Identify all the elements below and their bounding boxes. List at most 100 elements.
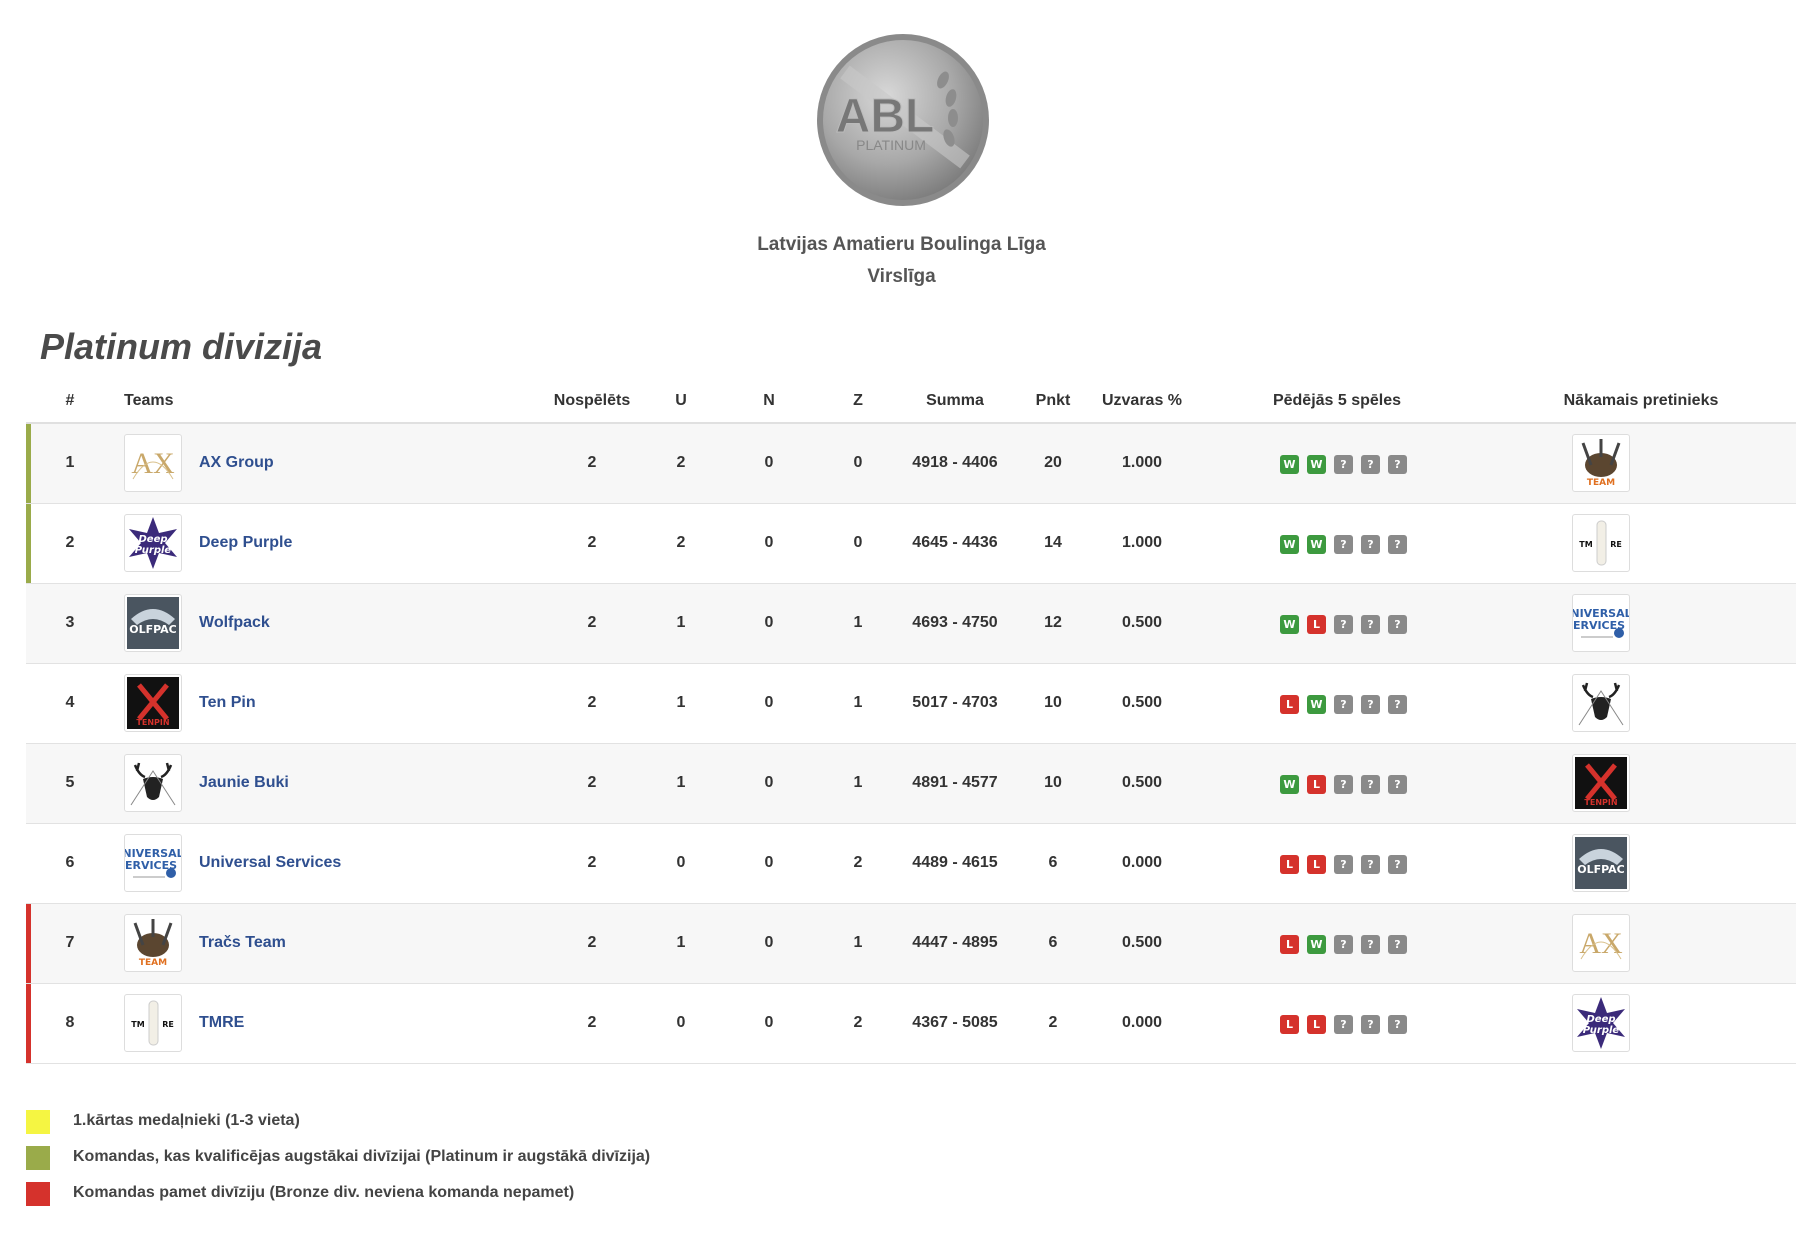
col-wins[interactable]: U [675, 392, 687, 410]
result-unknown-badge: ? [1361, 775, 1380, 794]
svg-text:AX: AX [1579, 927, 1623, 960]
status-marker [26, 984, 31, 1063]
win-pct-cell: 0.000 [1121, 854, 1163, 871]
rank-cell: 8 [65, 1014, 75, 1031]
points-cell: 2 [1048, 1014, 1058, 1031]
buki-logo[interactable] [124, 754, 182, 812]
team-name-link[interactable]: Ten Pin [199, 694, 256, 712]
svg-text:Deep: Deep [1586, 1014, 1615, 1025]
played-cell: 2 [587, 1014, 597, 1031]
col-teams[interactable]: Teams [124, 392, 174, 410]
last5-results: W L??? [1280, 615, 1407, 634]
losses-cell: 1 [853, 774, 863, 791]
team-name-link[interactable]: Deep Purple [199, 534, 292, 552]
table-row: 7 TEAM Tračs Team 2 1 0 1 4447 - 4895 6 0.500 L W??… [26, 904, 1796, 984]
losses-cell: 1 [853, 614, 863, 631]
losses-cell: 1 [853, 934, 863, 951]
win-pct-cell: 0.500 [1121, 934, 1163, 951]
result-loss-badge: L [1280, 935, 1299, 954]
result-loss-badge: L [1280, 855, 1299, 874]
league-name: Latvijas Amatieru Boulinga Līga [757, 234, 1046, 255]
draws-cell: 0 [764, 694, 774, 711]
result-unknown-badge: ? [1361, 935, 1380, 954]
wolfpack-logo[interactable]: OLFPAC [124, 594, 182, 652]
result-unknown-badge: ? [1334, 1015, 1353, 1034]
result-loss-badge: L [1280, 1015, 1299, 1034]
team-name-link[interactable]: Universal Services [199, 854, 341, 872]
result-loss-badge: L [1280, 695, 1299, 714]
wins-cell: 1 [676, 614, 686, 631]
svg-text:TENPIN: TENPIN [1584, 798, 1617, 807]
losses-cell: 2 [853, 854, 863, 871]
next-opponent-deep-purple-logo[interactable]: Deep Purple [1572, 994, 1630, 1052]
rank-cell: 3 [65, 614, 75, 631]
total-cell: 4447 - 4895 [912, 934, 998, 951]
rank-cell: 5 [65, 774, 75, 791]
result-unknown-badge: ? [1388, 1015, 1407, 1034]
total-cell: 4645 - 4436 [912, 534, 998, 551]
col-points[interactable]: Pnkt [1036, 392, 1071, 410]
tmre-logo[interactable]: TM RE [124, 994, 182, 1052]
team-name-link[interactable]: Wolfpack [199, 614, 270, 632]
col-total[interactable]: Summa [926, 392, 984, 410]
next-opponent-wolfpack-logo[interactable]: OLFPAC [1572, 834, 1630, 892]
team-name-link[interactable]: Jaunie Buki [199, 774, 289, 792]
deep-purple-logo[interactable]: Deep Purple [124, 514, 182, 572]
team-name-link[interactable]: Tračs Team [199, 934, 286, 952]
team-name-link[interactable]: AX Group [199, 454, 274, 472]
wins-cell: 0 [676, 854, 686, 871]
next-opponent-tmre-logo[interactable]: TM RE [1572, 514, 1630, 572]
svg-text:ABL: ABL [836, 90, 935, 143]
universal-logo[interactable]: NIVERSAL ERVICES [122, 834, 184, 892]
next-opponent-tenpin-logo[interactable]: TENPIN [1572, 754, 1630, 812]
svg-text:OLFPAC: OLFPAC [1577, 863, 1625, 876]
svg-text:TENPIN: TENPIN [136, 718, 169, 727]
played-cell: 2 [587, 614, 597, 631]
wins-cell: 0 [676, 1014, 686, 1031]
losses-cell: 2 [853, 1014, 863, 1031]
table-body: 1 AX AX Group 2 2 0 0 4918 - 4406 20 1.000 W W??? TE… [26, 424, 1796, 1064]
col-win-pct[interactable]: Uzvaras % [1102, 392, 1182, 410]
result-unknown-badge: ? [1334, 695, 1353, 714]
total-cell: 4367 - 5085 [912, 1014, 998, 1031]
tenpin-logo[interactable]: TENPIN [124, 674, 182, 732]
result-loss-badge: L [1307, 855, 1326, 874]
col-rank[interactable]: # [66, 392, 75, 410]
legend-swatch [26, 1110, 50, 1134]
team-name-link[interactable]: TMRE [199, 1014, 244, 1032]
tracs-logo[interactable]: TEAM [124, 914, 182, 972]
legend-text: Komandas pamet divīziju (Bronze div. nev… [73, 1184, 575, 1201]
col-last5: Pēdējās 5 spēles [1272, 392, 1402, 409]
next-opponent-tracs-logo[interactable]: TEAM [1572, 434, 1630, 492]
legend-text: Komandas, kas kvalificējas augstākai div… [73, 1148, 651, 1165]
points-cell: 10 [1044, 774, 1062, 791]
result-loss-badge: L [1307, 1015, 1326, 1034]
points-cell: 10 [1044, 694, 1062, 711]
col-played[interactable]: Nospēlēts [554, 392, 630, 410]
svg-text:Purple: Purple [135, 545, 172, 556]
played-cell: 2 [587, 934, 597, 951]
result-unknown-badge: ? [1334, 455, 1353, 474]
result-win-badge: W [1307, 455, 1326, 474]
next-opponent-ax-logo[interactable]: AX [1572, 914, 1630, 972]
ax-logo[interactable]: AX [124, 434, 182, 492]
result-win-badge: W [1280, 615, 1299, 634]
wins-cell: 2 [676, 454, 686, 471]
win-pct-cell: 0.000 [1121, 1014, 1163, 1031]
result-win-badge: W [1307, 695, 1326, 714]
result-unknown-badge: ? [1361, 695, 1380, 714]
next-opponent-buki-logo[interactable] [1572, 674, 1630, 732]
col-losses[interactable]: Z [853, 392, 863, 410]
division-title: Platinum divizija [40, 326, 323, 367]
svg-text:RE: RE [1610, 540, 1622, 549]
losses-cell: 0 [853, 534, 863, 551]
result-win-badge: W [1307, 935, 1326, 954]
table-row: 6 NIVERSAL ERVICES Universal Services 2 0 0 2 44… [26, 824, 1796, 904]
result-unknown-badge: ? [1388, 535, 1407, 554]
next-opponent-universal-logo[interactable]: NIVERSAL ERVICES [1570, 594, 1632, 652]
total-cell: 5017 - 4703 [912, 694, 998, 711]
col-draws[interactable]: N [763, 392, 775, 410]
draws-cell: 0 [764, 534, 774, 551]
standings-table: # Teams Nospēlēts U N Z Summa Pnkt Uzvar… [26, 384, 1796, 1064]
last5-results: L W??? [1280, 695, 1407, 714]
